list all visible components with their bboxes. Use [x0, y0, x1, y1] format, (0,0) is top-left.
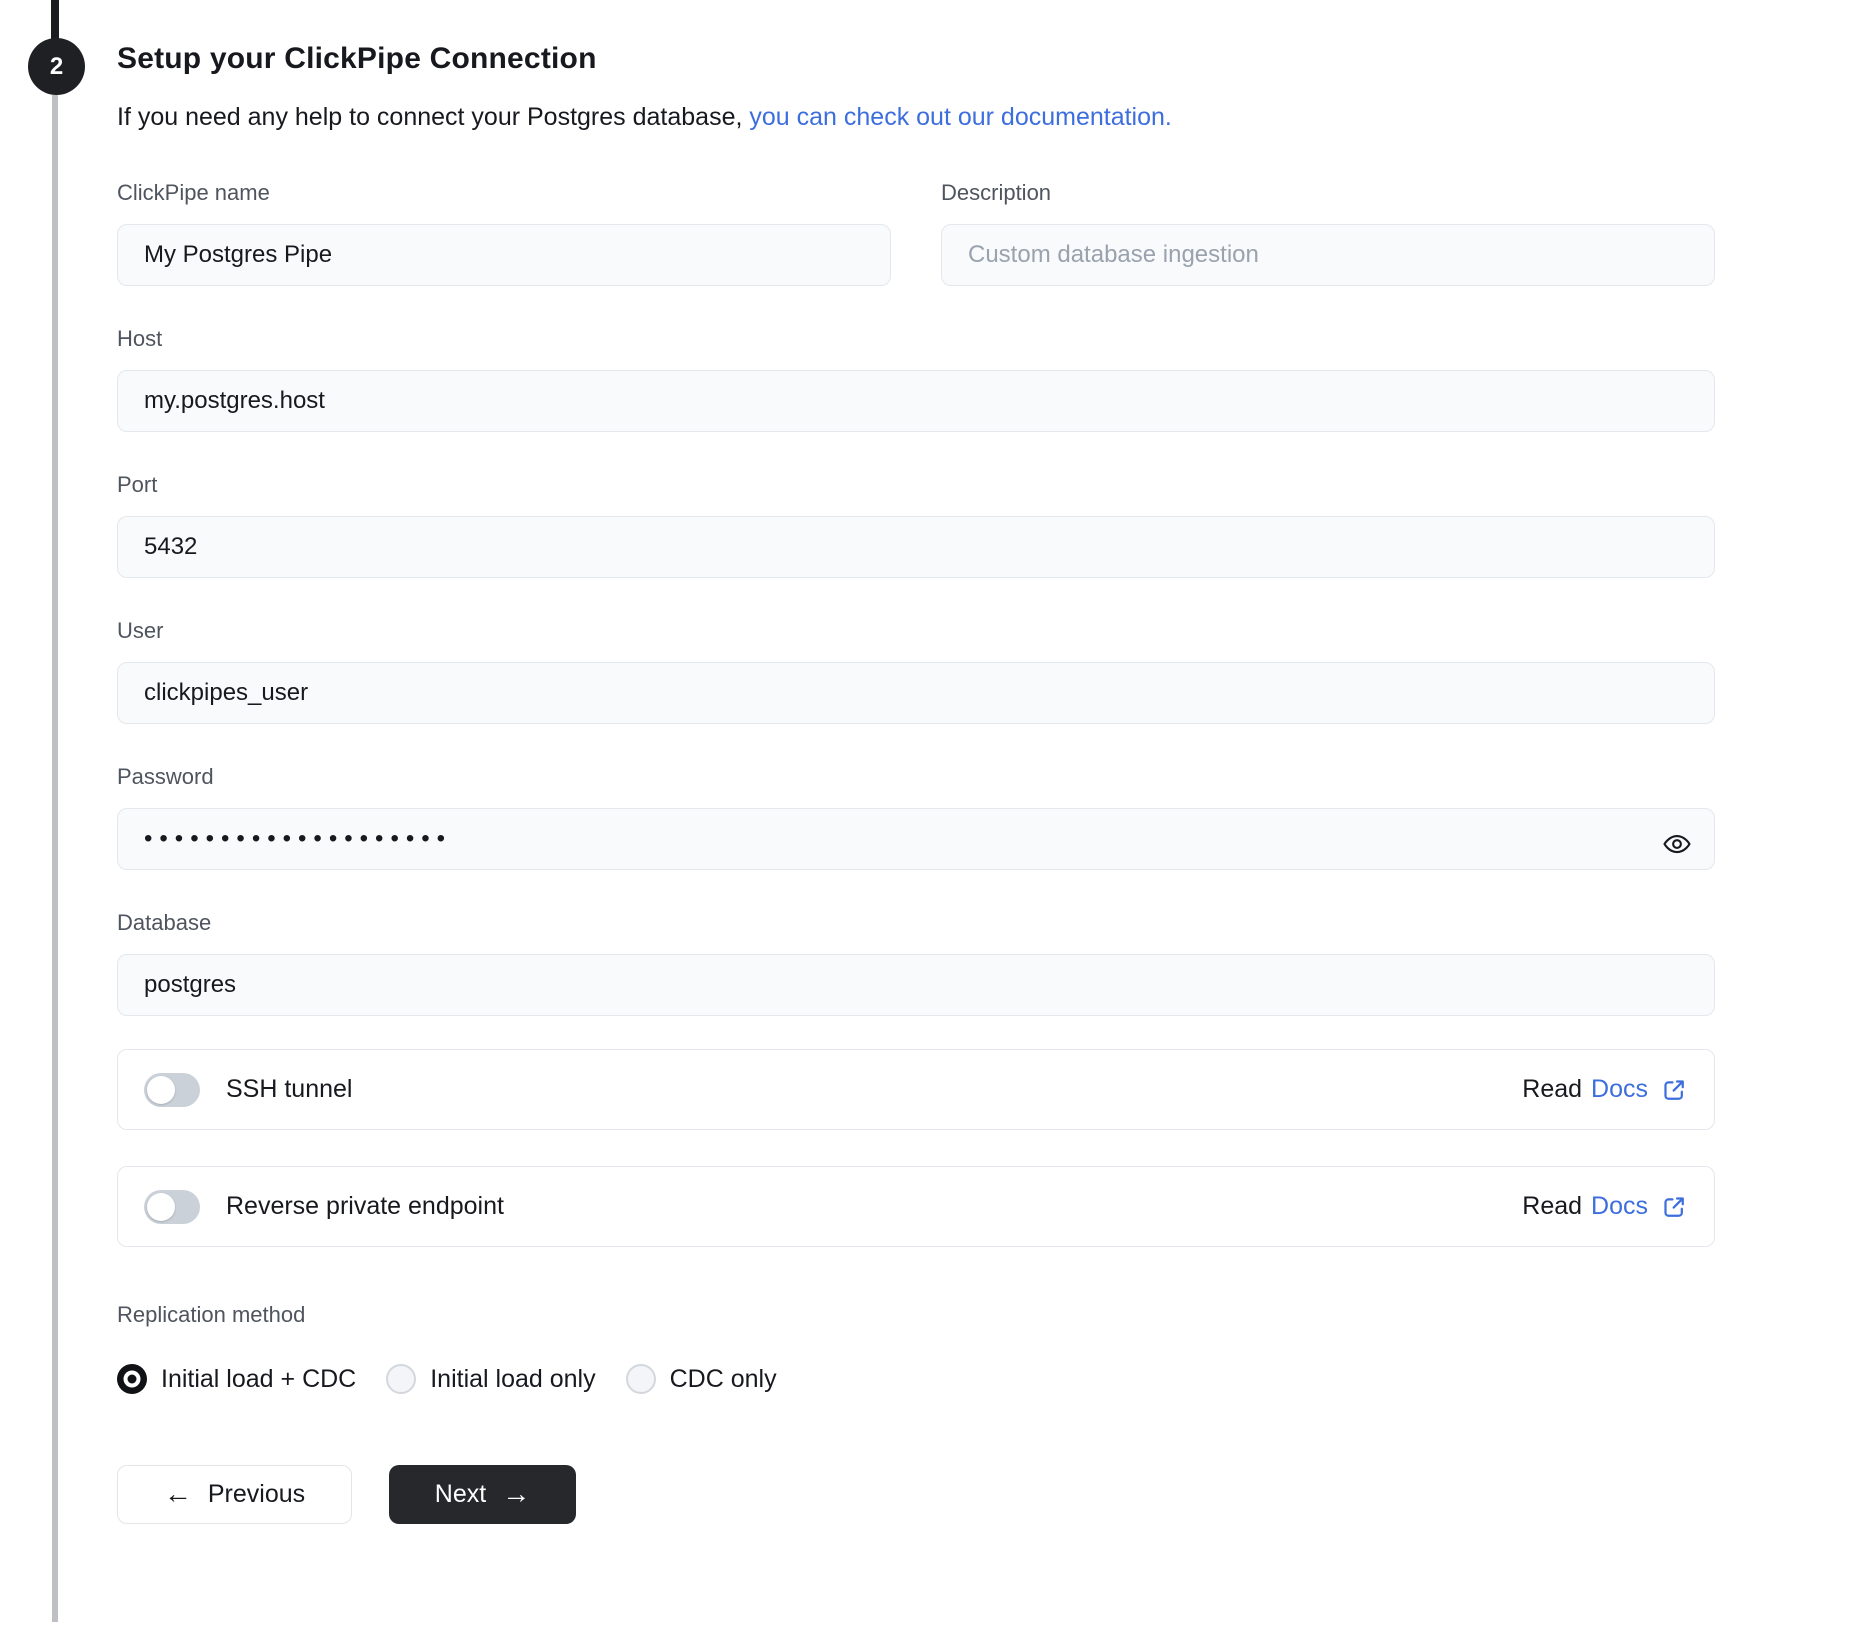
port-input[interactable]	[117, 516, 1715, 578]
port-label: Port	[117, 472, 158, 497]
radio-cdc-only[interactable]: CDC only	[625, 1364, 777, 1394]
user-input[interactable]	[117, 662, 1715, 724]
right-arrow-icon: →	[502, 1477, 531, 1509]
eye-icon	[1662, 829, 1692, 859]
read-text: Read	[1522, 1075, 1583, 1103]
step-number: 2	[49, 52, 64, 80]
left-arrow-icon: ←	[163, 1477, 192, 1509]
description-label: Description	[941, 180, 1052, 205]
ssh-tunnel-toggle[interactable]	[144, 1072, 200, 1107]
user-label: User	[117, 618, 164, 643]
ssh-tunnel-row: SSH tunnel Read Docs	[117, 1049, 1715, 1130]
replication-method-group: Initial load + CDC Initial load only CDC…	[117, 1364, 1715, 1394]
password-label: Password	[117, 764, 214, 789]
replication-method-label: Replication method	[117, 1302, 306, 1327]
database-input[interactable]	[117, 954, 1715, 1016]
host-label: Host	[117, 326, 163, 351]
password-input[interactable]	[117, 808, 1715, 870]
next-button[interactable]: Next →	[389, 1465, 576, 1524]
host-input[interactable]	[117, 370, 1715, 432]
external-link-icon[interactable]	[1660, 1076, 1688, 1104]
toggle-knob	[147, 1075, 175, 1104]
radio-selected-icon[interactable]	[117, 1364, 147, 1394]
documentation-link[interactable]: you can check out our documentation.	[749, 103, 1172, 131]
radio-label: Initial load + CDC	[161, 1364, 357, 1393]
radio-unselected-icon[interactable]	[625, 1364, 656, 1394]
reverse-private-endpoint-toggle[interactable]	[144, 1189, 200, 1224]
description-input[interactable]	[941, 224, 1715, 286]
read-text: Read	[1522, 1192, 1583, 1220]
radio-initial-load-only[interactable]: Initial load only	[386, 1364, 596, 1394]
clickpipe-name-input[interactable]	[117, 224, 891, 286]
password-reveal-button[interactable]	[1659, 826, 1695, 862]
reverse-private-endpoint-row: Reverse private endpoint Read Docs	[117, 1166, 1715, 1247]
external-link-icon[interactable]	[1660, 1193, 1688, 1221]
database-label: Database	[117, 910, 212, 935]
ssh-tunnel-label: SSH tunnel	[226, 1075, 353, 1103]
page-title: Setup your ClickPipe Connection	[117, 42, 597, 75]
step-rail-line-top	[51, 0, 59, 39]
setup-connection-panel: Setup your ClickPipe Connection If you n…	[117, 0, 1715, 1524]
reverse-private-endpoint-label: Reverse private endpoint	[226, 1192, 504, 1220]
toggle-knob	[147, 1192, 175, 1221]
previous-button-label: Previous	[207, 1480, 306, 1508]
next-button-label: Next	[434, 1480, 487, 1508]
radio-initial-load-cdc[interactable]: Initial load + CDC	[117, 1364, 356, 1394]
previous-button[interactable]: ← Previous	[117, 1465, 352, 1524]
ssh-docs-link[interactable]: Docs	[1591, 1075, 1648, 1104]
help-text-plain: If you need any help to connect your Pos…	[117, 103, 750, 131]
rpe-docs-link[interactable]: Docs	[1591, 1192, 1648, 1221]
clickpipe-name-label: ClickPipe name	[117, 180, 270, 205]
radio-unselected-icon[interactable]	[386, 1364, 417, 1394]
radio-label: CDC only	[669, 1364, 777, 1393]
step-indicator: 2	[28, 38, 85, 95]
step-rail-line-bottom	[52, 95, 58, 1622]
help-text: If you need any help to connect your Pos…	[117, 103, 1715, 132]
radio-label: Initial load only	[430, 1364, 596, 1393]
